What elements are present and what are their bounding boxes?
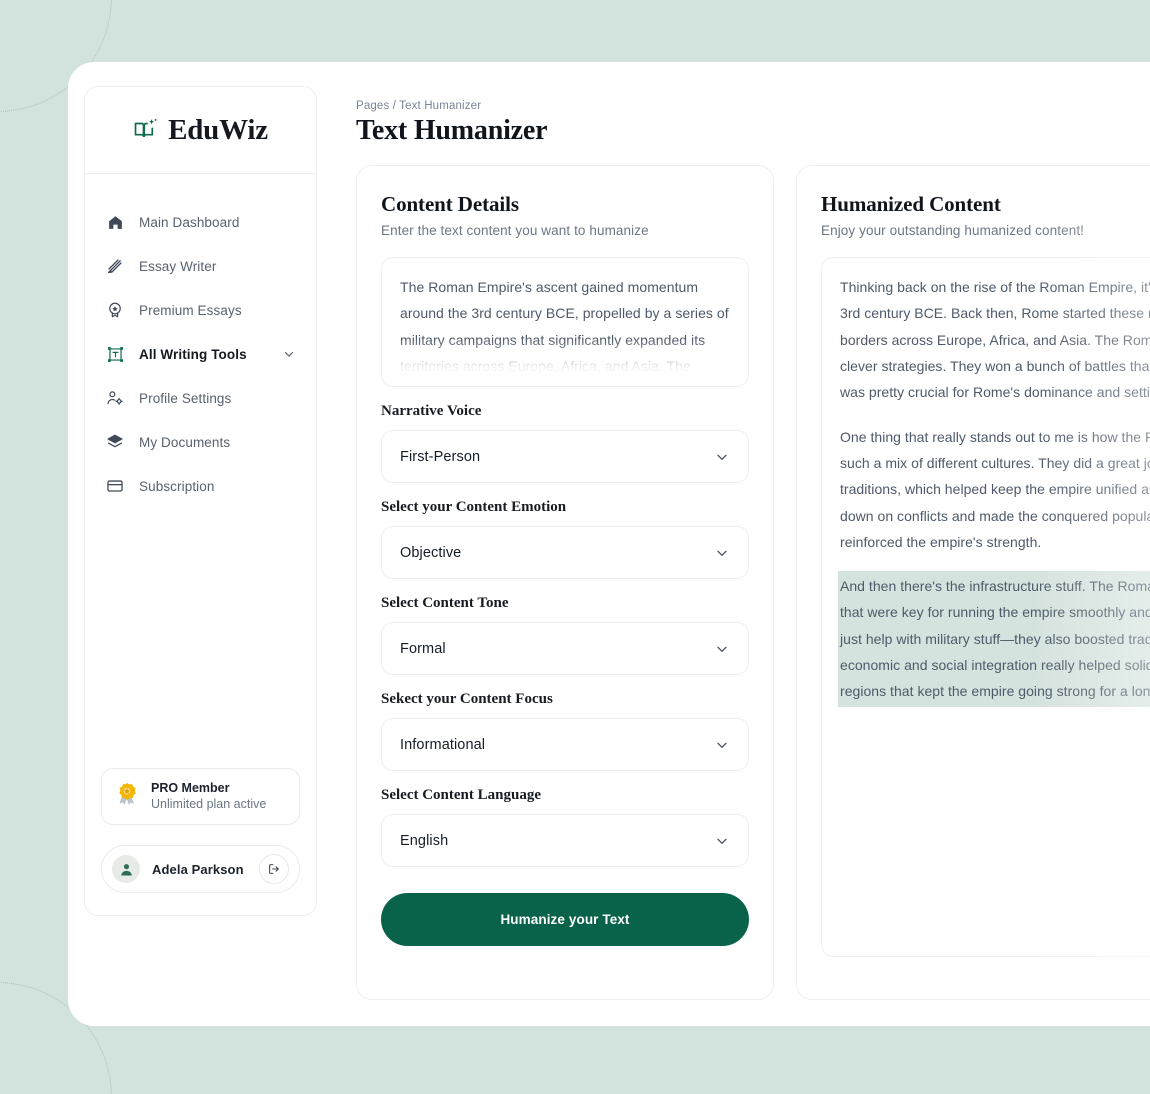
sidebar-item-essay-writer[interactable]: Essay Writer	[85, 244, 316, 288]
output-paragraph: Thinking back on the rise of the Roman E…	[840, 279, 1150, 401]
content-details-panel: Content Details Enter the text content y…	[356, 165, 774, 1000]
field-narrative-voice: Narrative Voice First-Person	[381, 403, 749, 483]
content-focus-select[interactable]: Informational	[381, 718, 749, 771]
user-name: Adela Parkson	[152, 861, 244, 877]
app-window: EduWiz Main Dashboard Essay Writer Premi…	[68, 62, 1150, 1026]
sidebar-item-all-writing-tools[interactable]: All Writing Tools	[85, 332, 316, 376]
select-value: English	[400, 832, 449, 849]
award-badge-icon	[105, 300, 125, 320]
sidebar-item-label: Profile Settings	[139, 390, 232, 406]
content-input-textarea[interactable]: The Roman Empire's ascent gained momentu…	[381, 257, 749, 387]
user-gear-icon	[105, 388, 125, 408]
field-content-language: Select Content Language English	[381, 787, 749, 867]
sidebar-item-label: My Documents	[139, 434, 231, 450]
narrative-voice-select[interactable]: First-Person	[381, 430, 749, 483]
sidebar-item-profile-settings[interactable]: Profile Settings	[85, 376, 316, 420]
pro-card-subtitle: Unlimited plan active	[151, 797, 267, 812]
chevron-down-icon[interactable]	[282, 347, 296, 361]
award-ribbon-icon	[114, 781, 140, 812]
sidebar-item-label: Essay Writer	[139, 258, 217, 274]
humanized-output-box[interactable]: Thinking back on the rise of the Roman E…	[821, 257, 1150, 957]
humanize-text-button[interactable]: Humanize your Text	[381, 893, 749, 946]
field-content-focus: Sekect your Content Focus Informational	[381, 691, 749, 771]
field-label: Narrative Voice	[381, 403, 482, 419]
home-icon	[105, 212, 125, 232]
sidebar-item-subscription[interactable]: Subscription	[85, 464, 316, 508]
open-book-sparkle-icon	[133, 118, 159, 142]
field-label: Select your Content Emotion	[381, 499, 567, 515]
pro-card-title: PRO Member	[151, 780, 230, 795]
brand-name: EduWiz	[168, 113, 268, 146]
sidebar-item-label: Subscription	[139, 478, 215, 494]
content-details-title: Content Details	[381, 192, 519, 216]
select-value: First-Person	[400, 448, 481, 465]
content-tone-select[interactable]: Formal	[381, 622, 749, 675]
content-details-subtitle: Enter the text content you want to human…	[381, 223, 649, 238]
field-content-tone: Select Content Tone Formal	[381, 595, 749, 675]
sidebar-item-main-dashboard[interactable]: Main Dashboard	[85, 200, 316, 244]
field-content-emotion: Select your Content Emotion Objective	[381, 499, 749, 579]
sidebar-nav: Main Dashboard Essay Writer Premium Essa…	[85, 174, 316, 768]
user-avatar-icon	[112, 855, 140, 883]
sidebar-item-label: Main Dashboard	[139, 214, 240, 230]
sidebar-item-label: All Writing Tools	[139, 346, 247, 362]
page-title: Text Humanizer	[356, 115, 548, 146]
logout-icon[interactable]	[259, 854, 289, 884]
field-label: Sekect your Content Focus	[381, 691, 553, 707]
select-value: Objective	[400, 544, 462, 561]
pro-member-card[interactable]: PRO Member Unlimited plan active	[101, 767, 300, 825]
chevron-down-icon	[714, 449, 730, 465]
field-label: Select Content Language	[381, 787, 541, 803]
chevron-down-icon	[714, 545, 730, 561]
select-value: Formal	[400, 640, 446, 657]
output-paragraph-selected: And then there's the infrastructure stuf…	[840, 573, 1150, 705]
sidebar-item-my-documents[interactable]: My Documents	[85, 420, 316, 464]
layers-icon	[105, 432, 125, 452]
output-paragraph: One thing that really stands out to me i…	[840, 428, 1150, 550]
page-header: Pages / Text Humanizer Text Humanizer	[356, 86, 1150, 165]
content-emotion-select[interactable]: Objective	[381, 526, 749, 579]
chevron-down-icon	[714, 737, 730, 753]
sidebar: EduWiz Main Dashboard Essay Writer Premi…	[84, 86, 317, 916]
sidebar-item-label: Premium Essays	[139, 302, 242, 318]
content-language-select[interactable]: English	[381, 814, 749, 867]
chevron-down-icon	[714, 641, 730, 657]
humanized-content-panel: Humanized Content Enjoy your outstanding…	[796, 165, 1150, 1000]
user-card[interactable]: Adela Parkson	[101, 845, 300, 893]
chevron-down-icon	[714, 833, 730, 849]
breadcrumb[interactable]: Pages / Text Humanizer	[356, 100, 1150, 112]
content-input-value: The Roman Empire's ascent gained momentu…	[400, 279, 729, 386]
brand[interactable]: EduWiz	[85, 87, 316, 174]
humanized-content-subtitle: Enjoy your outstanding humanized content…	[821, 223, 1085, 238]
sidebar-footer: PRO Member Unlimited plan active Adela P…	[85, 767, 316, 915]
select-value: Informational	[400, 736, 486, 753]
main-content: Pages / Text Humanizer Text Humanizer Co…	[317, 86, 1150, 1026]
credit-card-icon	[105, 476, 125, 496]
field-label: Select Content Tone	[381, 595, 509, 611]
humanized-content-title: Humanized Content	[821, 192, 1001, 216]
sidebar-item-premium-essays[interactable]: Premium Essays	[85, 288, 316, 332]
text-frame-icon	[105, 344, 125, 364]
magic-pencil-icon	[105, 256, 125, 276]
